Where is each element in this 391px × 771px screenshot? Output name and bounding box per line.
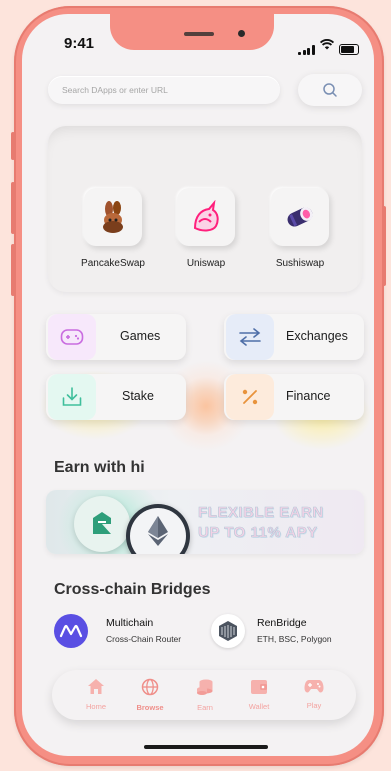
category-games[interactable]: Games [46,314,186,360]
bridge-subtitle: ETH, BSC, Polygon [257,634,332,644]
category-label: Stake [122,389,154,403]
search-icon [323,83,337,97]
bridge-name: Multichain [106,617,154,629]
gamepad-icon [304,680,324,693]
home-icon [88,679,104,694]
globe-icon [141,678,159,696]
search-button[interactable] [298,74,362,106]
nav-label: Earn [197,703,213,712]
bridge-subtitle: Cross-Chain Router [106,634,182,644]
nav-home[interactable]: Home [73,678,119,711]
bridge-name: RenBridge [257,617,307,629]
volume-up-button [11,182,15,234]
uniswap-unicorn-icon [193,200,219,232]
front-camera [238,30,245,37]
bridge-multichain[interactable]: Multichain Cross-Chain Router [54,614,204,650]
status-icons [298,37,359,55]
banner-subline: UP TO 11% APY [198,524,318,542]
volume-down-button [11,244,15,296]
swap-arrows-icon [239,328,261,346]
pancakeswap-bunny-icon [103,201,123,233]
signal-icon [298,45,315,55]
sushi-icon [287,207,313,227]
notch [110,14,274,50]
earn-banner[interactable]: FLEXIBLE EARN UP TO 11% APY [46,490,364,554]
power-button [382,206,386,286]
status-time: 9:41 [64,35,95,52]
category-label: Games [120,329,161,343]
category-stake[interactable]: Stake [46,374,186,420]
nav-label: Browse [136,703,164,712]
banner-headline: FLEXIBLE EARN [198,504,324,522]
nav-label: Home [85,702,106,711]
nav-wallet[interactable]: Wallet [236,678,282,711]
category-exchanges[interactable]: Exchanges [224,314,364,360]
wallet-icon [251,680,267,694]
dex-label: Sushiswap [275,258,325,269]
nav-play[interactable]: Play [291,678,337,710]
dex-sushiswap[interactable]: Sushiswap [260,188,340,269]
category-label: Exchanges [286,329,348,343]
coin-icon [74,496,130,552]
dex-pancakeswap[interactable]: PancakeSwap [73,188,153,269]
home-indicator [144,745,268,749]
mute-switch [11,132,15,160]
dex-label: PancakeSwap [81,258,145,269]
ethereum-coin-icon [126,504,190,554]
dex-label: Uniswap [186,258,226,269]
gamepad-icon [60,329,84,345]
bridge-renbridge[interactable]: RenBridge ETH, BSC, Polygon [211,614,361,650]
nav-browse[interactable]: Browse [127,678,173,712]
category-finance[interactable]: Finance [224,374,364,420]
category-label: Finance [286,389,331,403]
nav-label: Play [306,701,322,710]
coins-icon [197,679,213,695]
speaker [184,32,214,36]
dex-uniswap[interactable]: Uniswap [166,188,246,269]
multichain-icon [59,624,83,638]
earn-section-title: Earn with hi [54,459,145,476]
dex-panel: PancakeSwap Uniswap Sushiswap [48,126,362,292]
wifi-icon [319,37,334,55]
nav-label: Wallet [248,702,270,711]
bottom-nav: Home Browse Earn Wallet Play [52,670,356,720]
percent-icon [242,389,258,405]
search-input[interactable] [48,76,280,104]
bridges-section-title: Cross-chain Bridges [54,581,211,598]
download-tray-icon [62,387,82,406]
nav-earn[interactable]: Earn [182,678,228,712]
battery-icon [338,44,359,55]
renbridge-icon [219,621,237,641]
